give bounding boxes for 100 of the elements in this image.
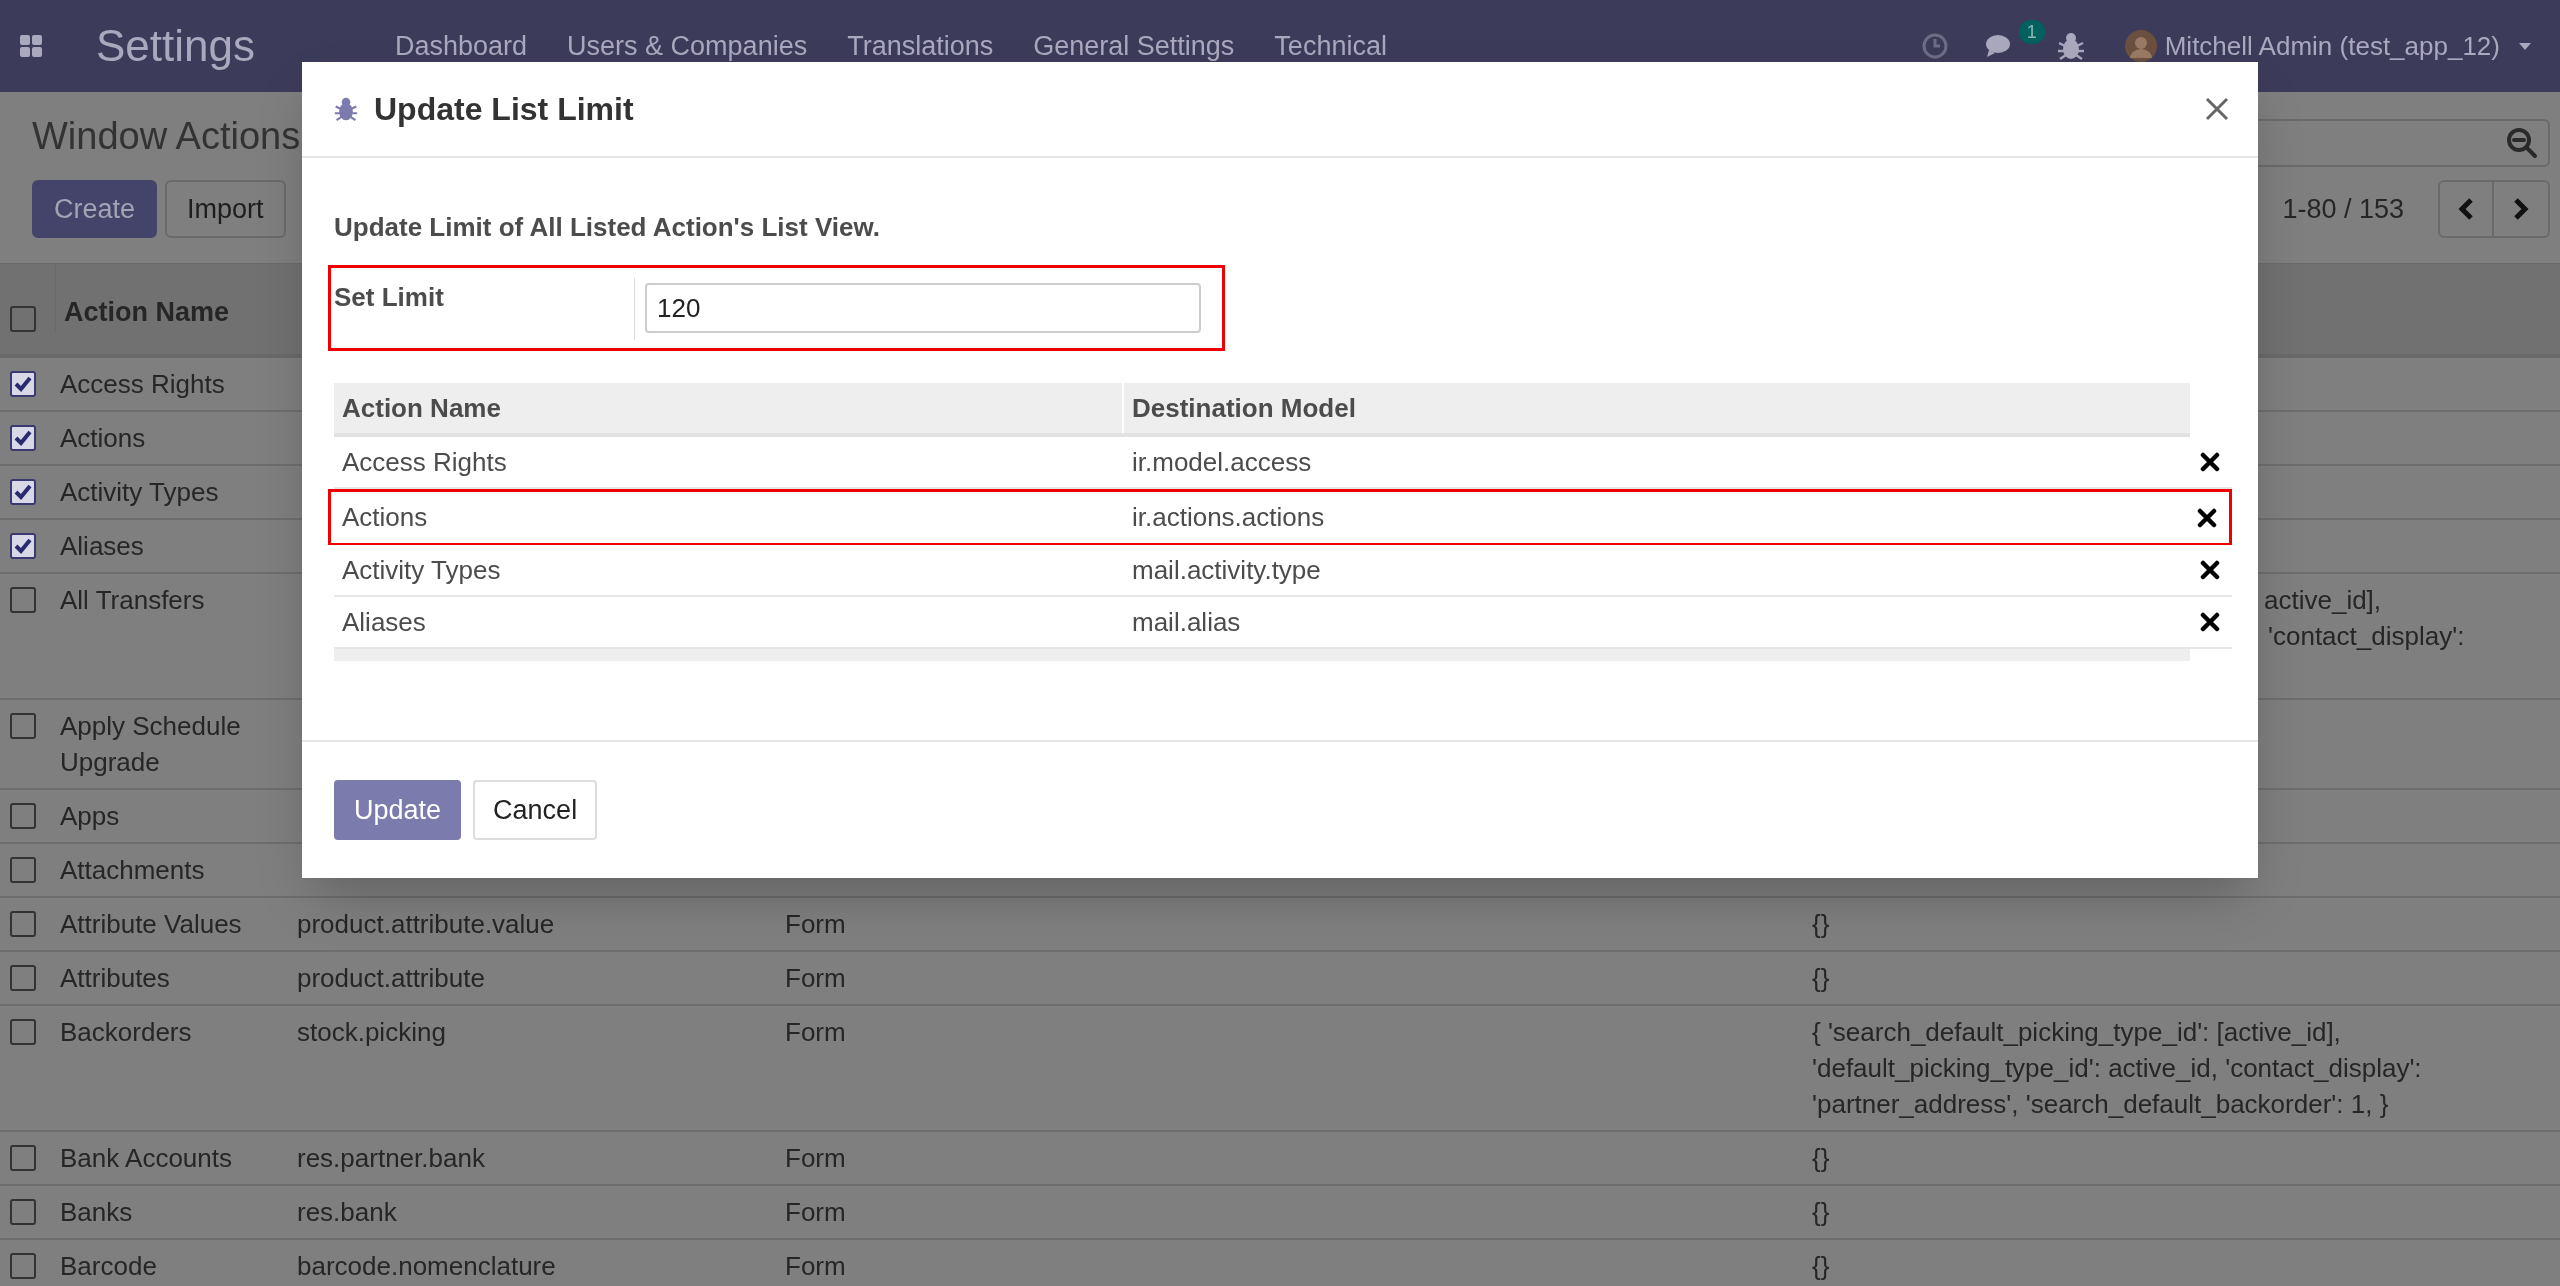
cancel-button[interactable]: Cancel	[473, 780, 598, 840]
table-cell-text: 'contact_display':	[2268, 620, 2466, 653]
chevron-left-icon	[2458, 197, 2474, 221]
close-icon	[2204, 96, 2230, 122]
table-cell: Aliases	[60, 531, 144, 561]
zoom-out-icon[interactable]	[2506, 127, 2538, 159]
table-cell: Attributes	[60, 963, 170, 993]
checkbox[interactable]	[10, 1253, 36, 1279]
remove-button[interactable]	[2200, 452, 2220, 472]
table-cell: All Transfers	[60, 585, 205, 615]
table-cell: Access Rights	[60, 369, 225, 399]
checkbox[interactable]	[10, 425, 36, 451]
table-cell: Attachments	[60, 855, 205, 885]
import-button[interactable]: Import	[165, 180, 286, 238]
bug-icon[interactable]	[2056, 31, 2085, 61]
table-cell: stock.picking	[297, 1017, 446, 1047]
table-cell: Apply Schedule Upgrade	[60, 711, 241, 777]
remove-button[interactable]	[2197, 507, 2217, 528]
table-cell: Banks	[60, 1197, 133, 1227]
table-cell: ir.actions.actions	[1132, 502, 1325, 532]
column-header: Action Name	[64, 295, 230, 329]
remove-icon	[2200, 612, 2220, 632]
checkbox[interactable]	[10, 713, 36, 739]
field-label: Set Limit	[334, 282, 444, 312]
table-cell-text: {}	[1812, 1142, 1831, 1175]
create-button[interactable]: Create	[32, 180, 158, 238]
table-cell: Backorders	[60, 1017, 192, 1047]
table-cell: Activity Types	[342, 554, 501, 585]
table-cell: Form	[785, 909, 846, 939]
table-cell: ir.model.access	[1132, 446, 1312, 477]
remove-icon	[2200, 560, 2220, 580]
dialog-title: Update List Limit	[374, 90, 634, 129]
table-cell: Form	[785, 963, 846, 993]
column-header: Action Name	[342, 391, 501, 425]
bug-icon	[334, 96, 358, 122]
checkbox[interactable]	[10, 911, 36, 937]
table-cell: mail.activity.type	[1132, 554, 1321, 585]
table-cell: Form	[785, 1251, 846, 1281]
checkbox[interactable]	[10, 803, 36, 829]
table-cell: Bank Accounts	[60, 1143, 232, 1173]
menu-item[interactable]: Translations	[847, 25, 994, 67]
table-cell-text: active_id],	[2264, 584, 2383, 617]
apps-menu-icon[interactable]	[18, 33, 44, 59]
chevron-right-icon	[2513, 197, 2529, 221]
table-cell: res.bank	[297, 1197, 397, 1227]
table-cell: Form	[785, 1143, 846, 1173]
close-button[interactable]	[2204, 96, 2230, 122]
table-cell: Actions	[342, 502, 428, 532]
remove-button[interactable]	[2200, 560, 2220, 580]
remove-icon	[2197, 507, 2217, 528]
check-icon	[14, 376, 32, 392]
table-cell: Form	[785, 1197, 846, 1227]
checkbox[interactable]	[10, 1199, 36, 1225]
checkbox[interactable]	[10, 1145, 36, 1171]
avatar	[2124, 30, 2157, 62]
checkbox[interactable]	[10, 533, 36, 559]
menu-item[interactable]: Dashboard	[395, 25, 528, 67]
app-title: Settings	[96, 20, 255, 72]
remove-icon	[2200, 452, 2220, 472]
table-cell: Activity Types	[60, 477, 219, 507]
checkbox[interactable]	[10, 587, 36, 613]
table-cell: mail.alias	[1132, 606, 1241, 637]
menu-item[interactable]: General Settings	[1033, 25, 1235, 67]
page-title: Window Actions	[32, 113, 301, 159]
check-icon	[14, 538, 32, 554]
menu-item[interactable]: Technical	[1274, 25, 1387, 67]
checkbox[interactable]	[10, 1019, 36, 1045]
check-icon	[14, 430, 32, 446]
remove-button[interactable]	[2200, 612, 2220, 632]
table-cell: Barcode	[60, 1251, 157, 1281]
table-cell: product.attribute	[297, 963, 485, 993]
table-cell: Form	[785, 1017, 846, 1047]
table-cell: res.partner.bank	[297, 1143, 485, 1173]
pager-label: 1-80 / 153	[2282, 192, 2404, 226]
message-count-badge: 1	[2018, 20, 2045, 44]
table-cell: Access Rights	[342, 446, 507, 477]
checkbox[interactable]	[10, 965, 36, 991]
checkbox[interactable]	[10, 371, 36, 397]
table-cell-text: {}	[1812, 962, 1831, 995]
menu-item[interactable]: Users & Companies	[567, 25, 808, 67]
checkbox[interactable]	[10, 479, 36, 505]
checkbox[interactable]	[10, 306, 36, 332]
table-cell: barcode.nomenclature	[297, 1251, 556, 1281]
caret-icon[interactable]	[2518, 41, 2532, 51]
table-cell-text: { 'search_default_picking_type_id': [active_id], 'default_picking_type_id': active_id, 'contact_display': 'partner_address', 'search_default_backorder': 1, }	[1812, 1016, 2423, 1121]
table-cell: Attribute Values	[60, 909, 242, 939]
table-cell-text: {}	[1812, 908, 1831, 941]
update-button[interactable]: Update	[334, 780, 462, 840]
table-cell: Apps	[60, 801, 120, 831]
table-cell-text: {}	[1812, 1250, 1831, 1283]
table-cell-text: {}	[1812, 1196, 1831, 1229]
table-cell: product.attribute.value	[297, 909, 555, 939]
intro-text: Update Limit of All Listed Action's List View.	[334, 211, 881, 244]
checkbox[interactable]	[10, 857, 36, 883]
limit-input[interactable]: 120	[645, 283, 1201, 333]
check-icon	[14, 484, 32, 500]
column-header: Destination Model	[1132, 392, 1356, 423]
table-cell: Actions	[60, 423, 146, 453]
user-menu[interactable]: Mitchell Admin (test_app_12)	[2164, 26, 2500, 66]
table-cell: Aliases	[342, 606, 426, 637]
